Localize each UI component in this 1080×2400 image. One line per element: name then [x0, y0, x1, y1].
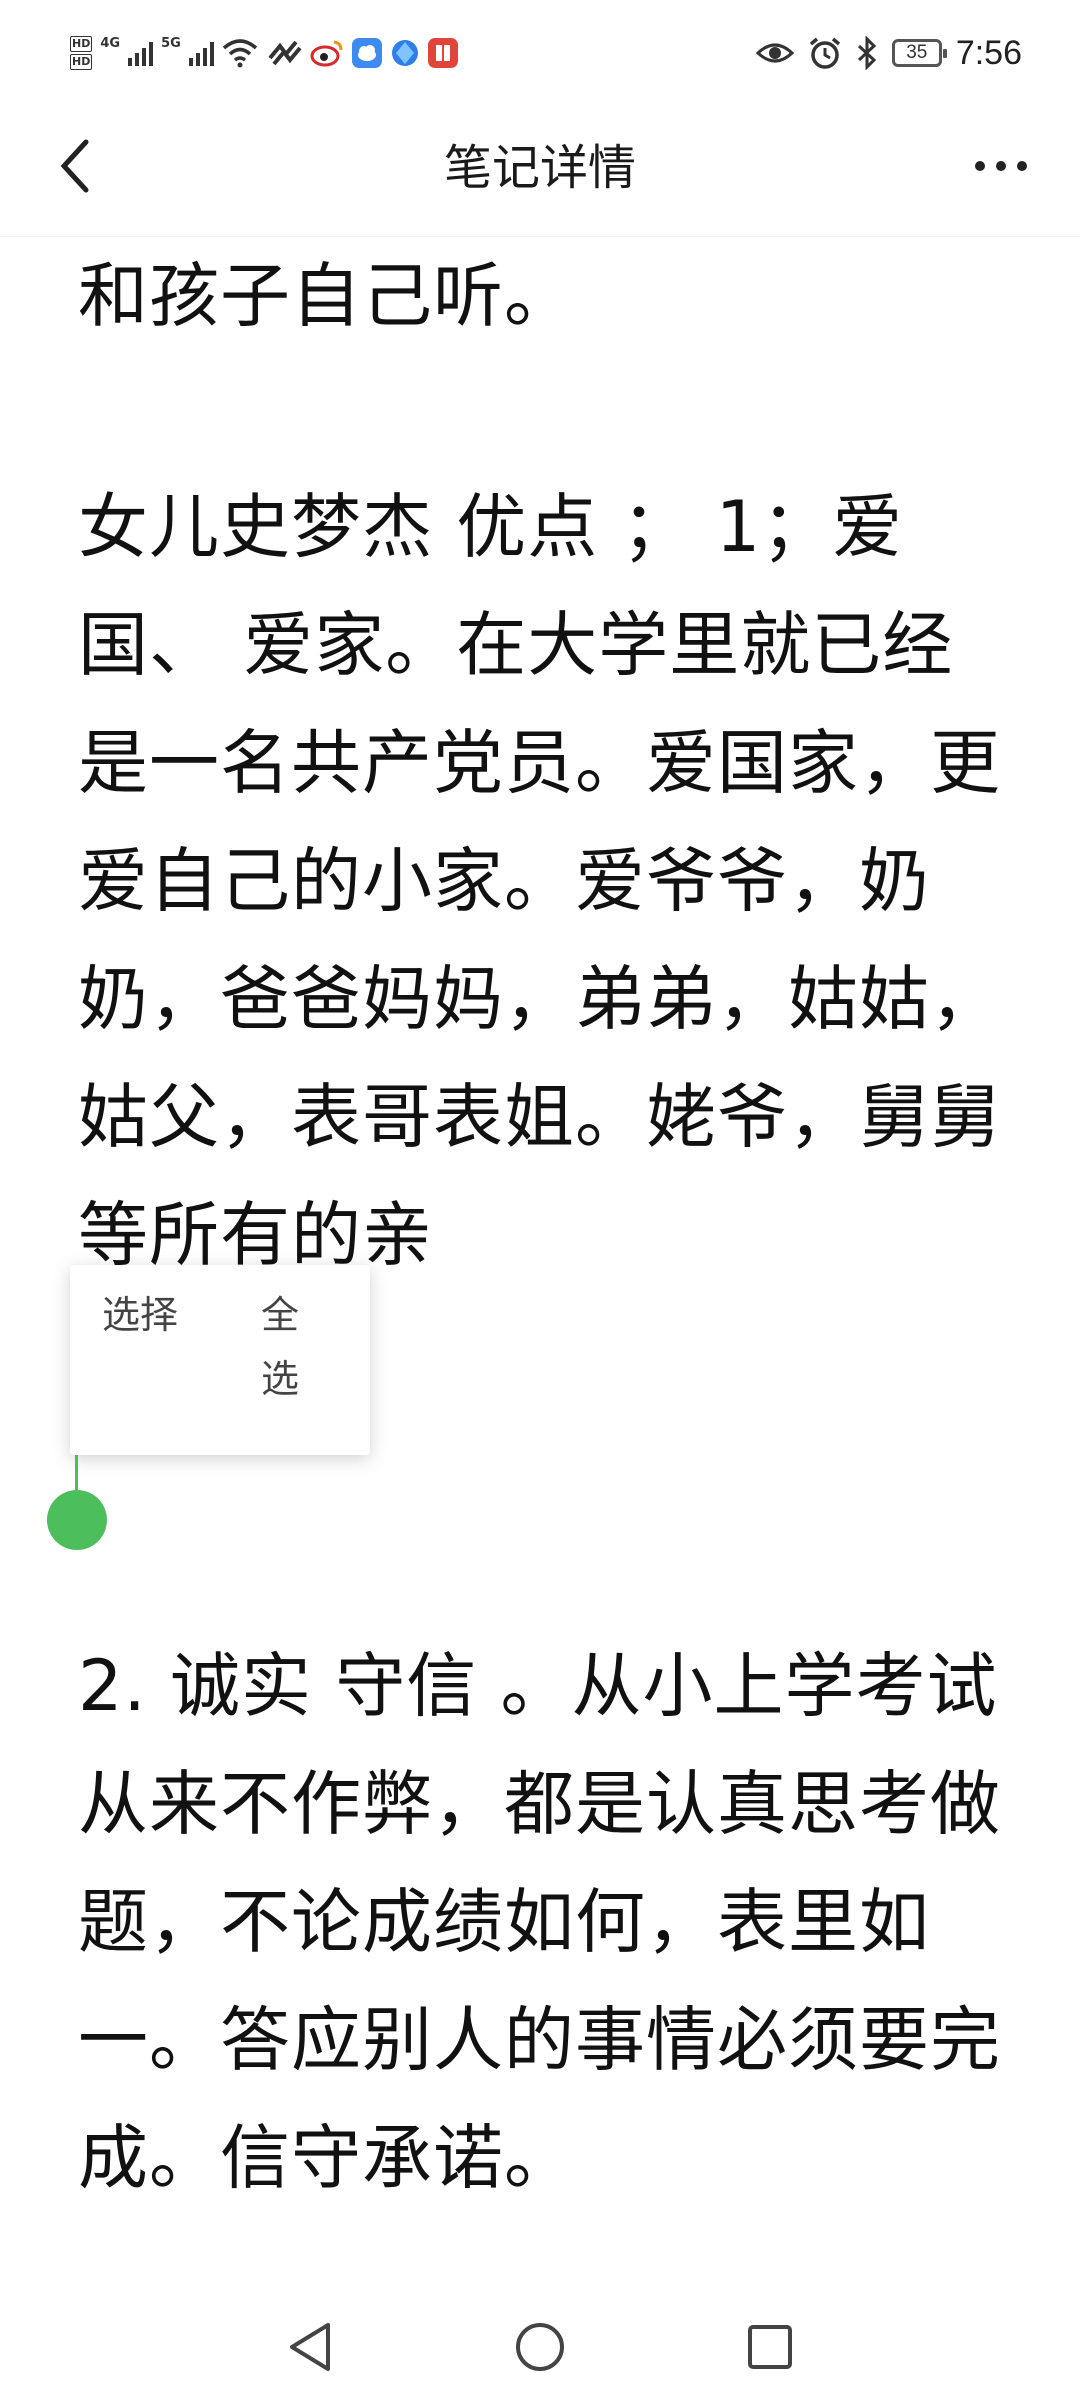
title-bar: 笔记详情: [0, 100, 1080, 237]
alarm-icon: [809, 37, 840, 69]
note-paragraph[interactable]: 2. 诚实 守信 。从小上学考试从来不作弊，都是认真思考做题，不论成绩如何，表里…: [78, 1627, 1008, 2217]
nav-home-button[interactable]: [505, 2312, 575, 2382]
book-app-icon: [427, 38, 458, 68]
battery-level: 35: [906, 42, 928, 63]
battery-icon: 35: [891, 39, 947, 67]
note-paragraph[interactable]: 女儿史梦杰 优点 ； 1；爱国、 爱家。在大学里就已经是一名共产党员。爱国家，更…: [78, 468, 1008, 1294]
network-type-4g: 4G: [100, 35, 121, 51]
signal-icon: [188, 40, 214, 66]
hd-badge: HD: [70, 54, 93, 70]
note-paragraph[interactable]: 和孩子自己听。: [78, 237, 575, 355]
text-selection-menu: 选择 全 选: [70, 1265, 370, 1455]
home-circle-icon: [516, 2323, 564, 2371]
hd-badges: HD HD: [70, 35, 93, 71]
wifi-icon: [222, 39, 257, 68]
clock-time: 7:56: [955, 33, 1022, 72]
more-options-button[interactable]: [956, 126, 1046, 206]
selection-handle[interactable]: [47, 1490, 107, 1550]
select-all-button[interactable]: 全 选: [250, 1283, 310, 1411]
cloud-app-icon: [351, 38, 382, 68]
hd-badge: HD: [70, 36, 93, 52]
page-title: 笔记详情: [443, 140, 636, 196]
network-type-5g: 5G: [161, 35, 181, 51]
more-dots-icon: [975, 161, 1027, 171]
status-bar: HD HD 4G 5G 35 7:56: [0, 0, 1080, 100]
system-nav-bar: [0, 2290, 1080, 2400]
nav-back-button[interactable]: [275, 2312, 345, 2382]
bluetooth-icon: [857, 36, 876, 70]
data-saver-icon: [268, 40, 302, 66]
back-triangle-icon: [290, 2323, 330, 2371]
status-right: 35 7:56: [755, 28, 1022, 78]
weibo-icon: [310, 40, 343, 67]
nav-recents-button[interactable]: [735, 2312, 805, 2382]
eye-comfort-icon: [755, 43, 794, 63]
browser-app-icon: [391, 40, 418, 66]
status-left: HD HD 4G 5G: [70, 28, 458, 78]
select-button[interactable]: 选择: [102, 1283, 178, 1347]
signal-icon: [128, 40, 154, 66]
recents-square-icon: [748, 2325, 792, 2369]
